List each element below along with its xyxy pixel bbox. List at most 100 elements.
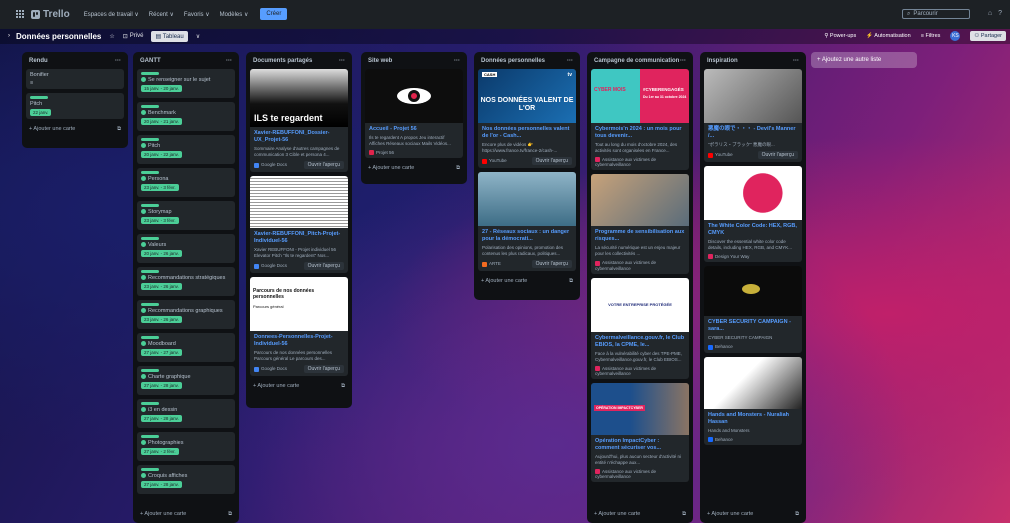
list-item[interactable]: Xavier-REBUFFONI_Pitch-Projet-Individuel… <box>250 176 348 273</box>
template-icon[interactable]: ⧉ <box>795 511 799 518</box>
due-date-badge[interactable]: 27 janv. - 2 févr. <box>141 448 179 455</box>
list-item[interactable]: 悪魔の眼で・・・ - Devil's Manner /... "ポラリス・ブラッ… <box>704 69 802 162</box>
list-item[interactable]: Valeurs 20 janv. - 26 janv. <box>137 234 235 263</box>
list-item[interactable]: i3 en dessin 27 janv. - 28 janv. <box>137 399 235 428</box>
list-item[interactable]: Hands and Monsters - Nuraliah Hassan Han… <box>704 356 802 445</box>
menu-recent[interactable]: Récent ∨ <box>149 11 174 18</box>
list-menu-icon[interactable]: ··· <box>680 58 686 64</box>
board-title[interactable]: Données personnelles <box>16 32 101 41</box>
search-input[interactable]: ⌕ Parcourir <box>902 9 970 19</box>
notifications-icon[interactable]: ⌂ <box>988 10 992 17</box>
list-title[interactable]: Inspiration <box>707 58 738 64</box>
open-preview-button[interactable]: Ouvrir l'aperçu <box>303 365 344 373</box>
add-card-button[interactable]: + Ajouter une carte ⧉ <box>137 508 235 521</box>
list-item[interactable]: Accueil - Projet 56 Ils te regardent A p… <box>365 69 463 159</box>
list-title[interactable]: Site web <box>368 58 392 64</box>
due-date-badge[interactable]: 15 janv. - 20 janv. <box>141 85 182 92</box>
menu-workspaces[interactable]: Espaces de travail ∨ <box>84 11 139 18</box>
list-title[interactable]: Données personnelles <box>481 58 545 64</box>
list-item[interactable]: ILS te regardent Xavier-REBUFFONI_Dossie… <box>250 69 348 172</box>
menu-favorites[interactable]: Favoris ∨ <box>184 11 210 18</box>
list-item[interactable]: CYBER SECURITY CAMPAIGN - sara... CYBER … <box>704 266 802 353</box>
template-icon[interactable]: ⧉ <box>569 278 573 285</box>
list-item[interactable]: Parcours de nos données personnelles Par… <box>250 277 348 376</box>
add-card-button[interactable]: + Ajouter une carte ⧉ <box>365 162 463 175</box>
open-preview-button[interactable]: Ouvrir l'aperçu <box>531 157 572 165</box>
template-icon[interactable]: ⧉ <box>228 511 232 518</box>
list-item[interactable]: OPÉRATION IMPACTCYBER Opération ImpactCy… <box>591 382 689 483</box>
list-menu-icon[interactable]: ··· <box>339 58 345 64</box>
open-preview-button[interactable]: Ouvrir l'aperçu <box>303 161 344 169</box>
template-icon[interactable]: ⧉ <box>456 165 460 172</box>
list-item[interactable]: Se renseigner sur le sujet 15 janv. - 20 … <box>137 69 235 98</box>
list-menu-icon[interactable]: ··· <box>226 58 232 64</box>
list-menu-icon[interactable]: ··· <box>115 58 121 64</box>
due-date-badge[interactable]: 23 janv. - 3 févr. <box>141 217 179 224</box>
sidebar-toggle-icon[interactable]: › <box>8 33 10 39</box>
template-icon[interactable]: ⧉ <box>682 511 686 518</box>
list-item[interactable]: Benchmark 20 janv. - 21 janv. <box>137 102 235 131</box>
add-card-button[interactable]: + Ajouter une carte ⧉ <box>250 380 348 393</box>
list-item[interactable]: CASH tv NOS DONNÉES VALENT DE L'OR Nos d… <box>478 69 576 168</box>
automation-button[interactable]: ⚡ Automatisation <box>866 33 910 39</box>
list-item[interactable]: Croquis affiches 27 janv. - 28 janv. <box>137 465 235 494</box>
due-date-badge[interactable]: 23 janv. - 26 janv. <box>141 316 182 323</box>
due-date-badge[interactable]: 27 janv. - 28 janv. <box>141 415 182 422</box>
list-item[interactable]: Recommandations graphiques 23 janv. - 26 … <box>137 300 235 329</box>
add-card-button[interactable]: + Ajouter une carte ⧉ <box>704 508 802 521</box>
list-item[interactable]: VOTRE ENTREPRISE PROTÉGÉE Cybermalveilla… <box>591 277 689 379</box>
list-item[interactable]: Programme de sensibilisation aux risques… <box>591 174 689 274</box>
menu-templates[interactable]: Modèles ∨ <box>220 11 249 18</box>
add-card-button[interactable]: + Ajouter une carte ⧉ <box>26 123 124 136</box>
list-title[interactable]: Documents partagés <box>253 58 312 64</box>
open-preview-button[interactable]: Ouvrir l'aperçu <box>531 260 572 268</box>
list-menu-icon[interactable]: ··· <box>793 58 799 64</box>
list-item[interactable]: 27 - Réseaux sociaux : un danger pour la… <box>478 172 576 271</box>
list-item[interactable]: Pitch 22 janv. <box>26 93 124 119</box>
due-date-badge[interactable]: 20 janv. - 26 janv. <box>141 250 182 257</box>
list-item[interactable]: Storymap 23 janv. - 3 févr. <box>137 201 235 230</box>
due-date-badge[interactable]: 27 janv. - 28 janv. <box>141 481 182 488</box>
list-item[interactable]: Moodboard 27 janv. - 27 janv. <box>137 333 235 362</box>
due-date-badge[interactable]: 22 janv. <box>30 109 52 116</box>
add-list-button[interactable]: + Ajoutez une autre liste <box>811 52 917 68</box>
due-date-badge[interactable]: 20 janv. - 22 janv. <box>141 151 182 158</box>
view-switcher-chevron-icon[interactable]: ∨ <box>196 33 200 40</box>
share-button[interactable]: ⚇ Partager <box>970 31 1006 41</box>
list-item[interactable]: The White Color Code: HEX, RGB, CMYK Dis… <box>704 166 802 263</box>
list-title[interactable]: Rendu <box>29 58 48 64</box>
due-date-badge[interactable]: 23 janv. - 26 janv. <box>141 283 182 290</box>
app-switcher-icon[interactable] <box>16 10 24 18</box>
avatar[interactable]: KS <box>950 31 961 41</box>
open-preview-button[interactable]: Ouvrir l'aperçu <box>303 262 344 270</box>
due-date-badge[interactable]: 20 janv. - 21 janv. <box>141 118 182 125</box>
list-item[interactable]: Bonifier ≡ <box>26 69 124 89</box>
tab-board-view[interactable]: ▤ Tableau <box>151 30 188 42</box>
create-button[interactable]: Créer <box>260 8 288 20</box>
template-icon[interactable]: ⧉ <box>117 126 121 133</box>
open-preview-button[interactable]: Ouvrir l'aperçu <box>757 151 798 159</box>
star-icon[interactable]: ☆ <box>109 33 114 40</box>
list-menu-icon[interactable]: ··· <box>454 58 460 64</box>
help-icon[interactable]: ? <box>998 10 1002 17</box>
powerups-button[interactable]: ⚲ Power-ups <box>824 33 856 39</box>
list-menu-icon[interactable]: ··· <box>567 58 573 64</box>
list-item[interactable]: Charte graphique 27 janv. - 28 janv. <box>137 366 235 395</box>
due-date-badge[interactable]: 27 janv. - 27 janv. <box>141 349 182 356</box>
list-item[interactable]: Recommandations stratégiques 23 janv. - 2… <box>137 267 235 296</box>
list-item[interactable]: Photographies 27 janv. - 2 févr. <box>137 432 235 461</box>
template-icon[interactable]: ⧉ <box>341 383 345 390</box>
list-title[interactable]: Campagne de communication <box>594 58 679 64</box>
list-item[interactable]: CYBER MOIS #CYBERENGAGÉS Du 1er au 31 oc… <box>591 69 689 171</box>
list-item[interactable]: Pitch 20 janv. - 22 janv. <box>137 135 235 164</box>
filters-button[interactable]: ≡ Filtres <box>921 33 941 39</box>
add-card-button[interactable]: + Ajouter une carte ⧉ <box>478 275 576 288</box>
list-title[interactable]: GANTT <box>140 58 161 64</box>
checkmark-icon <box>141 209 146 215</box>
due-date-badge[interactable]: 27 janv. - 28 janv. <box>141 382 182 389</box>
list-item[interactable]: Persona 23 janv. - 3 févr. <box>137 168 235 197</box>
trello-logo[interactable]: Trello <box>31 9 70 20</box>
due-date-badge[interactable]: 23 janv. - 3 févr. <box>141 184 179 191</box>
visibility-button[interactable]: ⊡ Privé <box>123 33 144 40</box>
add-card-button[interactable]: + Ajouter une carte ⧉ <box>591 508 689 521</box>
